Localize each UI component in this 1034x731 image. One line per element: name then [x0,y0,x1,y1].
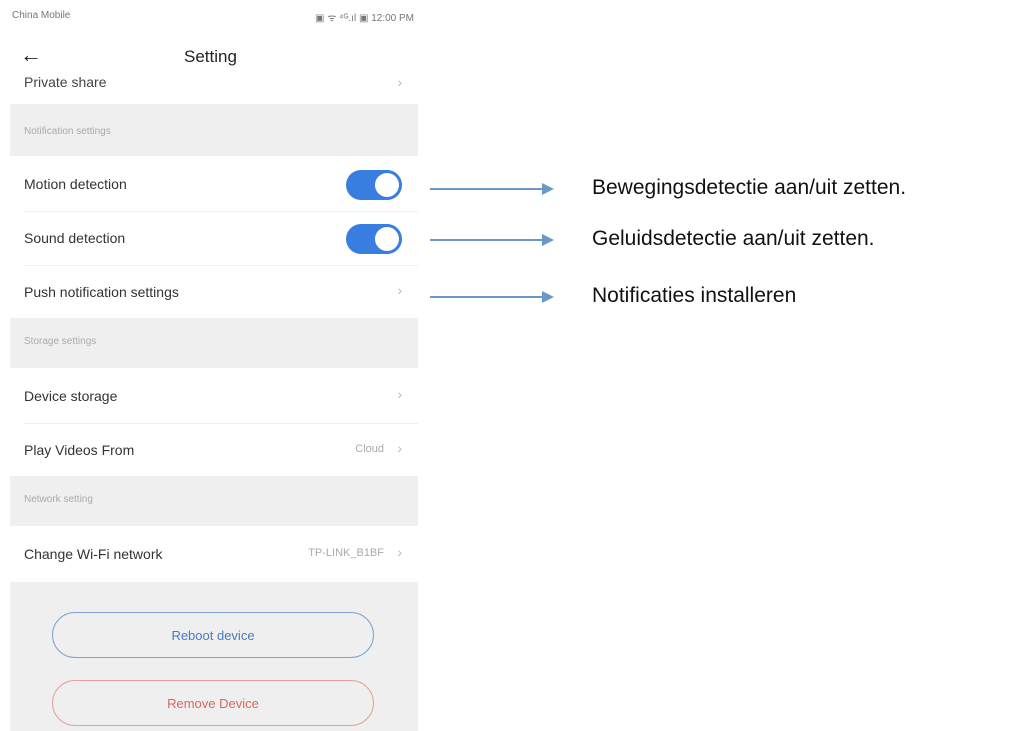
chevron-right-icon: › [397,74,402,90]
page-title: Setting [184,47,237,66]
device-storage-label: Device storage [24,388,118,404]
arrow-line [430,296,546,298]
actions-area: Reboot device Remove Device [10,582,418,731]
motion-detection-row: Motion detection [10,156,418,212]
sound-detection-toggle[interactable] [346,224,402,254]
device-storage-row[interactable]: Device storage › [10,368,418,424]
section-header-network: Network setting [10,476,418,526]
annotation-motion: Bewegingsdetectie aan/uit zetten. [430,174,1034,204]
status-bar: China Mobile ▣ ᯤ ⁴ᴳ.ıl ▣ 12:00 PM [10,0,418,30]
sound-detection-label: Sound detection [24,230,126,246]
toggle-knob [375,227,399,251]
section-header-notification: Notification settings [10,104,418,156]
annotation-text-notifications: Notificaties installeren [592,284,797,307]
play-videos-from-row[interactable]: Play Videos From Cloud › [10,424,418,476]
annotation-sound: Geluidsdetectie aan/uit zetten. [430,225,1034,255]
header: ← Setting [10,38,418,78]
back-arrow-icon[interactable]: ← [20,42,42,68]
private-share-label: Private share [24,74,107,90]
push-notification-row[interactable]: Push notification settings › [10,266,418,318]
motion-detection-toggle[interactable] [346,170,402,200]
annotation-text-sound: Geluidsdetectie aan/uit zetten. [592,227,875,250]
section-header-storage: Storage settings [10,318,418,368]
push-notification-label: Push notification settings [24,284,179,300]
phone-screen: China Mobile ▣ ᯤ ⁴ᴳ.ıl ▣ 12:00 PM ← Sett… [10,0,418,731]
annotation-text-motion: Bewegingsdetectie aan/uit zetten. [592,176,907,199]
section-title-storage: Storage settings [24,336,97,347]
sound-detection-row: Sound detection [10,212,418,266]
remove-device-button[interactable]: Remove Device [52,680,374,726]
reboot-device-button[interactable]: Reboot device [52,612,374,658]
section-title-network: Network setting [24,494,93,505]
motion-detection-label: Motion detection [24,176,127,192]
section-title-notification: Notification settings [24,126,111,137]
change-wifi-row[interactable]: Change Wi-Fi network TP-LINK_B1BF › [10,526,418,582]
annotation-notifications: Notificaties installeren [430,282,1034,312]
arrow-right-icon [542,234,554,246]
change-wifi-label: Change Wi-Fi network [24,546,163,562]
arrow-line [430,188,546,190]
play-videos-from-value: Cloud [355,443,384,455]
chevron-right-icon: › [397,544,402,560]
change-wifi-value: TP-LINK_B1BF [308,547,384,559]
chevron-right-icon: › [397,386,402,402]
private-share-row[interactable]: Private share › [10,74,418,104]
chevron-right-icon: › [397,282,402,298]
status-indicators: ▣ ᯤ ⁴ᴳ.ıl ▣ 12:00 PM [315,13,414,24]
carrier-name: China Mobile [12,10,71,21]
arrow-line [430,239,546,241]
toggle-knob [375,173,399,197]
arrow-right-icon [542,291,554,303]
chevron-right-icon: › [397,440,402,456]
arrow-right-icon [542,183,554,195]
play-videos-from-label: Play Videos From [24,442,135,458]
